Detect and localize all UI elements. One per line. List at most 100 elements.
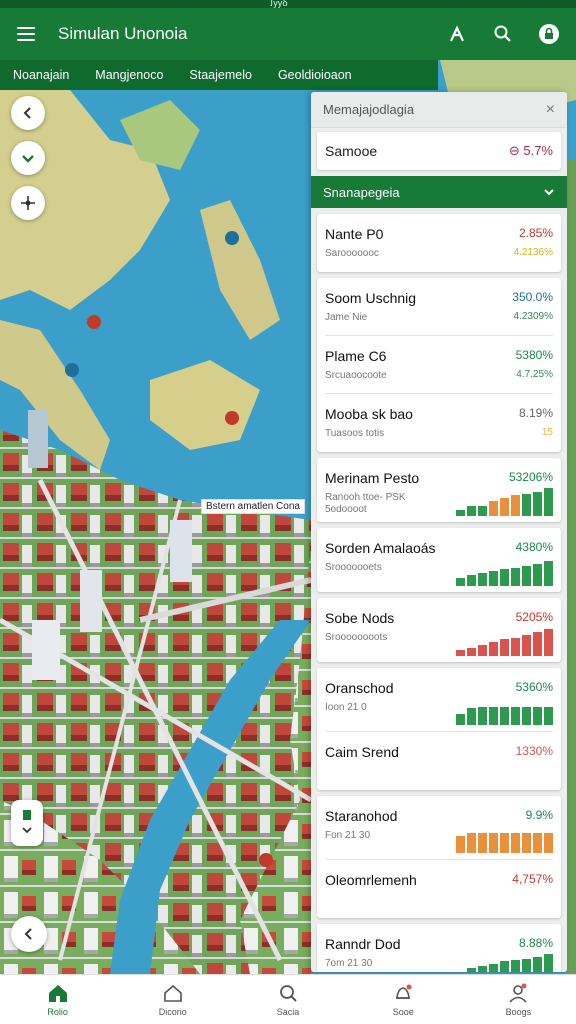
nav-item-1[interactable]: Dicorio [115, 975, 230, 1024]
chevron-left-icon [23, 107, 31, 119]
metric-card[interactable]: Sobe Nods Sroooooooots 5205% [317, 598, 561, 662]
sparkbar [478, 506, 487, 516]
sparkbar [522, 635, 531, 656]
metric-row[interactable]: Sobe Nods Sroooooooots 5205% [325, 598, 553, 662]
metric-value: 5205% [515, 610, 553, 624]
map-layers-button[interactable] [11, 141, 45, 175]
sparkbar-chart [456, 628, 553, 656]
sparkbar [511, 567, 520, 586]
metric-subtitle: Srooooooets [325, 562, 382, 573]
sparkbar [544, 833, 553, 853]
tab-2[interactable]: Staajemelo [176, 60, 265, 90]
nav-item-0[interactable]: Rolio [0, 975, 115, 1024]
sparkbar [478, 706, 487, 725]
tab-3[interactable]: Geoldioioaon [265, 60, 365, 90]
sparkbar [467, 647, 476, 656]
sparkbar [456, 650, 465, 656]
nav-item-3[interactable]: Sooe [346, 975, 461, 1024]
map-zoom-control[interactable] [11, 800, 43, 846]
metric-value: 2.85% [518, 226, 553, 240]
sparkbar [511, 960, 520, 972]
metric-value: 4,757% [512, 872, 553, 886]
metric-value: 4380% [515, 540, 553, 554]
metric-card[interactable]: Nante P0 Sarooooooc 2.85% 4.2136% [317, 214, 561, 272]
account-switch-button[interactable] [436, 13, 478, 55]
zoom-icon [22, 810, 32, 834]
metric-subtitle-2: 5odoooot [325, 504, 367, 515]
sparkbar [478, 573, 487, 586]
metric-value: 53206% [508, 470, 553, 484]
metric-value: 5380% [515, 348, 553, 362]
sparkbar [522, 958, 531, 972]
nav-label-3: Sooe [392, 1006, 414, 1017]
map-back-button[interactable] [11, 96, 45, 130]
metric-secondary-value: 15 [541, 427, 553, 438]
metric-card[interactable]: Soom Uschnig Jame Nie 350.0% 4.2309% Plame C… [317, 278, 561, 452]
sparkbar [500, 833, 509, 853]
metric-card[interactable]: Merinam Pesto Ranooh ttoe- PSK 5odoooot 532… [317, 458, 561, 522]
metric-row[interactable]: Sorden Amalaoás Srooooooets 4380% [325, 528, 553, 592]
sparkbar [456, 713, 465, 725]
sparkbar [533, 632, 542, 656]
metric-card[interactable]: Staranohod Fon 21 30 9.9% Oleomrlemenh 4,757… [317, 796, 561, 918]
metric-subtitle: Srcuaoocoote [325, 370, 387, 381]
metric-subtitle: Tuasoos totis [325, 428, 385, 439]
metric-row[interactable]: Nante P0 Sarooooooc 2.85% 4.2136% [325, 214, 553, 272]
chevron-down-icon [22, 155, 34, 163]
lock-button[interactable] [528, 13, 570, 55]
sparkbar [544, 560, 553, 586]
app-title: Simulan Unonoia [58, 24, 188, 43]
summary-value: ⊖ 5.7% [508, 143, 553, 158]
metric-subtitle: Sarooooooc [325, 248, 379, 259]
sparkbar [511, 833, 520, 853]
sparkbar [467, 708, 476, 725]
nav-item-4[interactable]: Boogs [461, 975, 576, 1024]
app-bar: Simulan Unonoia [0, 8, 576, 60]
summary-card[interactable]: Samooe ⊖ 5.7% [317, 132, 561, 170]
section-header[interactable]: Snanapegeia [311, 176, 567, 208]
sparkbar [478, 833, 487, 853]
search-icon [494, 25, 511, 42]
sparkbar [456, 836, 465, 853]
sparkbar [533, 563, 542, 586]
metric-row[interactable]: Merinam Pesto Ranooh ttoe- PSK 5odoooot 532… [325, 458, 553, 522]
metric-value: 5360% [515, 680, 553, 694]
search-button[interactable] [482, 13, 524, 55]
sparkbar [500, 639, 509, 656]
tab-1[interactable]: Mangjenoco [82, 60, 176, 90]
metric-name: Oranschod [325, 680, 394, 696]
metric-row[interactable]: Staranohod Fon 21 30 9.9% [325, 796, 553, 860]
sparkbar [489, 706, 498, 725]
nav-label-1: Dicorio [158, 1006, 187, 1017]
metric-list: Nante P0 Sarooooooc 2.85% 4.2136% Soom Uschn… [311, 214, 567, 972]
sparkbar [544, 706, 553, 725]
sparkbar [544, 954, 553, 972]
metric-value: 8.19% [518, 406, 553, 420]
sparkbar-chart [456, 488, 553, 516]
metric-card[interactable]: Sorden Amalaoás Srooooooets 4380% [317, 528, 561, 592]
metric-name: Oleomrlemenh [325, 872, 417, 888]
map-collapse-button[interactable] [11, 916, 47, 952]
sparkbar [467, 506, 476, 516]
map-compass-button[interactable] [11, 186, 45, 220]
metric-row[interactable]: Ranndr Dod 7om 21 30 8.88% [325, 924, 553, 972]
metric-row[interactable]: Plame C6 Srcuaoocoote 5380% 4.7.25% [325, 336, 553, 394]
home-icon [48, 984, 67, 1002]
sparkbar [522, 833, 531, 853]
metric-row[interactable]: Mooba sk bao Tuasoos totis 8.19% 15 [325, 394, 553, 452]
metric-card[interactable]: Ranndr Dod7om 21 308.88%Pamean Sresatin7… [317, 924, 561, 972]
chevron-down-icon [544, 189, 554, 196]
tab-0[interactable]: Noanajain [0, 60, 82, 90]
metric-card[interactable]: Oranschod Ioon 21 0 5360% Caim Srend 1330% [317, 668, 561, 790]
metric-row[interactable]: Caim Srend 1330% [325, 732, 553, 790]
sparkbar [522, 706, 531, 725]
menu-button[interactable] [0, 8, 52, 60]
close-icon[interactable]: × [546, 101, 555, 119]
lock-icon [539, 24, 559, 44]
nav-label-4: Boogs [505, 1006, 532, 1017]
nav-item-2[interactable]: Sacia [230, 975, 345, 1024]
metric-row[interactable]: Soom Uschnig Jame Nie 350.0% 4.2309% [325, 278, 553, 336]
metric-row[interactable]: Oranschod Ioon 21 0 5360% [325, 668, 553, 732]
metric-row[interactable]: Oleomrlemenh 4,757% [325, 860, 553, 918]
metric-name: Caim Srend [325, 744, 399, 760]
